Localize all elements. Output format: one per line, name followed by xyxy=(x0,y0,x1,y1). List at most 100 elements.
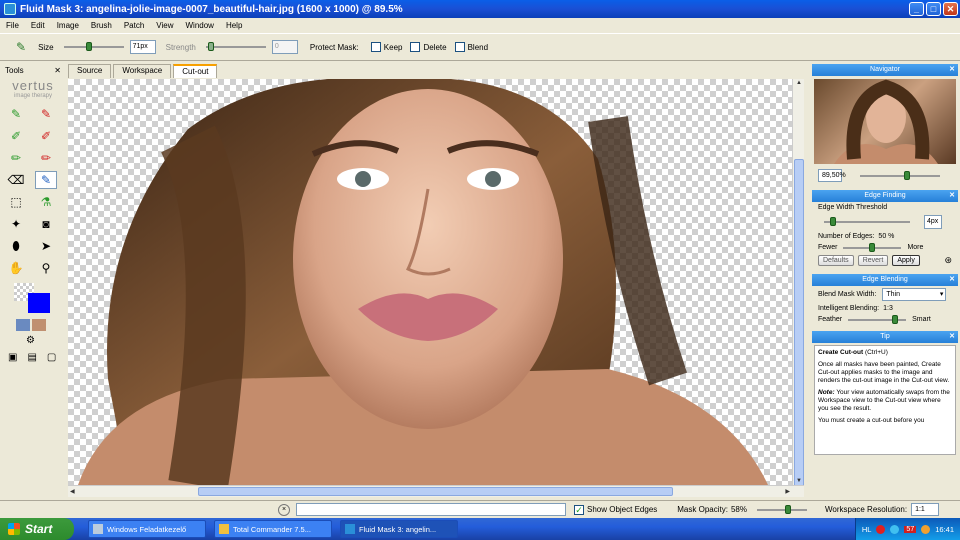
expand-icon[interactable]: ⊛ xyxy=(944,255,952,266)
horizontal-scroll-thumb[interactable] xyxy=(198,487,673,496)
camera-icon[interactable]: ◙ xyxy=(35,215,57,233)
layout-split-icon[interactable]: ▤ xyxy=(27,352,36,363)
delete-patch-icon[interactable]: ✏ xyxy=(35,149,57,167)
blend-brush-icon[interactable]: ✎ xyxy=(35,171,57,189)
network-icon[interactable] xyxy=(890,524,900,534)
vertical-scroll-thumb[interactable] xyxy=(794,159,804,489)
image-canvas[interactable] xyxy=(68,79,792,485)
show-object-edges-checkbox[interactable] xyxy=(574,504,584,515)
apply-button[interactable]: Apply xyxy=(892,255,920,266)
settings-icon[interactable]: ⚙ xyxy=(26,335,64,346)
navigator-zoom-thumb[interactable] xyxy=(904,170,910,180)
minimize-button[interactable]: _ xyxy=(909,2,924,16)
delete-brush-icon[interactable]: ✎ xyxy=(35,105,57,123)
maximize-button[interactable]: □ xyxy=(926,2,941,16)
windows-taskbar: Start Windows Feladatkezelő Total Comman… xyxy=(0,518,960,540)
task-total-commander[interactable]: Total Commander 7.5... xyxy=(214,520,332,538)
scroll-down-icon[interactable]: ▼ xyxy=(796,478,802,484)
layout-single-icon[interactable]: ▣ xyxy=(8,352,17,363)
tip-close-icon[interactable]: ✕ xyxy=(949,331,955,343)
scroll-left-icon[interactable]: ◀ xyxy=(70,488,75,495)
mask-opacity-slider[interactable] xyxy=(756,504,807,514)
notification-badge[interactable]: 57 xyxy=(904,525,917,533)
size-slider[interactable] xyxy=(63,42,124,51)
tab-workspace[interactable]: Workspace xyxy=(113,64,172,78)
layout-full-icon[interactable]: ▢ xyxy=(47,352,56,363)
strength-label: Strength xyxy=(165,42,196,52)
defaults-button[interactable]: Defaults xyxy=(818,255,854,266)
horizontal-scrollbar[interactable]: ◀ ▶ xyxy=(68,485,804,497)
info-field[interactable] xyxy=(296,503,566,516)
delete-local-brush-icon[interactable]: ✐ xyxy=(35,127,57,145)
edge-blending-close-icon[interactable]: ✕ xyxy=(949,274,955,286)
edge-finding-close-icon[interactable]: ✕ xyxy=(949,190,955,202)
language-indicator[interactable]: HL xyxy=(862,525,872,534)
task-windows-task-manager[interactable]: Windows Feladatkezelő xyxy=(88,520,206,538)
clear-button[interactable]: × xyxy=(278,503,290,516)
navigator-zoom-slider[interactable] xyxy=(860,170,940,180)
tip-shortcut: (Ctrl+U) xyxy=(864,349,888,356)
select-rect-icon[interactable]: ⬚ xyxy=(5,193,27,211)
menu-view[interactable]: View xyxy=(150,21,179,30)
portrait-view-icon[interactable] xyxy=(16,319,30,331)
feather-smart-slider[interactable] xyxy=(848,314,907,324)
mask-opacity-thumb[interactable] xyxy=(784,504,791,514)
fill-keep-icon[interactable]: ⚗ xyxy=(35,193,57,211)
edge-width-slider[interactable] xyxy=(824,217,910,226)
foreground-swatch[interactable] xyxy=(28,293,50,313)
system-tray: HL 57 16:41 xyxy=(854,518,960,540)
navigator-close-icon[interactable]: ✕ xyxy=(949,64,955,76)
menu-patch[interactable]: Patch xyxy=(118,21,150,30)
patch-brush-icon[interactable]: ⬮ xyxy=(5,237,27,255)
blend-width-label: Blend Mask Width: xyxy=(818,291,877,298)
antivirus-icon[interactable] xyxy=(876,524,886,534)
edge-width-thumb[interactable] xyxy=(830,217,836,226)
workspace-resolution-select[interactable]: 1:1 xyxy=(911,503,940,516)
pointer-icon[interactable]: ➤ xyxy=(35,237,57,255)
navigator-header: Navigator ✕ xyxy=(812,64,958,76)
portrait-alt-icon[interactable] xyxy=(32,319,46,331)
strength-spinner[interactable]: 0 xyxy=(271,40,298,54)
number-of-edges-slider[interactable] xyxy=(843,242,902,252)
tab-cutout[interactable]: Cut-out xyxy=(173,64,218,78)
volume-icon[interactable] xyxy=(921,524,931,534)
blend-checkbox[interactable] xyxy=(454,42,465,52)
revert-button[interactable]: Revert xyxy=(857,255,889,266)
keep-local-brush-icon[interactable]: ✐ xyxy=(5,127,27,145)
keep-patch-icon[interactable]: ✏ xyxy=(5,149,27,167)
clock[interactable]: 16:41 xyxy=(935,525,954,534)
scroll-right-icon[interactable]: ▶ xyxy=(785,488,790,495)
keep-checkbox[interactable] xyxy=(370,42,381,52)
strength-slider-thumb[interactable] xyxy=(207,42,214,51)
navigator-thumbnail[interactable] xyxy=(814,79,956,164)
blend-width-select[interactable]: Thin ▾ xyxy=(882,288,947,301)
menu-help[interactable]: Help xyxy=(220,21,248,30)
tools-close-icon[interactable]: ✕ xyxy=(54,66,61,75)
size-slider-thumb[interactable] xyxy=(85,42,92,51)
menu-file[interactable]: File xyxy=(0,21,25,30)
delete-checkbox[interactable] xyxy=(410,42,421,52)
strength-slider[interactable] xyxy=(205,42,266,51)
feather-smart-thumb[interactable] xyxy=(892,314,899,324)
number-of-edges-thumb[interactable] xyxy=(869,242,876,252)
eraser-icon[interactable]: ⌫ xyxy=(5,171,27,189)
hand-icon[interactable]: ✋ xyxy=(5,259,27,277)
color-swatch[interactable] xyxy=(14,283,50,313)
menu-image[interactable]: Image xyxy=(51,21,85,30)
zoom-icon[interactable]: ⚲ xyxy=(35,259,57,277)
start-button[interactable]: Start xyxy=(0,518,74,540)
close-button[interactable]: ✕ xyxy=(943,2,958,16)
size-spinner[interactable]: 71px xyxy=(129,40,156,54)
menu-window[interactable]: Window xyxy=(180,21,220,30)
navigator-zoom-row: 89,50% xyxy=(812,167,958,184)
task-fluid-mask[interactable]: Fluid Mask 3: angelin... xyxy=(340,520,458,538)
navigator-zoom-field[interactable]: 89,50% xyxy=(818,169,846,182)
vertical-scrollbar[interactable]: ▲ ▼ xyxy=(792,79,804,489)
edge-width-spinner[interactable]: 4px xyxy=(924,215,942,229)
menu-brush[interactable]: Brush xyxy=(85,21,118,30)
scroll-up-icon[interactable]: ▲ xyxy=(796,80,802,86)
menu-edit[interactable]: Edit xyxy=(25,21,51,30)
wand-icon[interactable]: ✦ xyxy=(5,215,27,233)
tab-source[interactable]: Source xyxy=(68,64,112,78)
keep-brush-icon[interactable]: ✎ xyxy=(5,105,27,123)
